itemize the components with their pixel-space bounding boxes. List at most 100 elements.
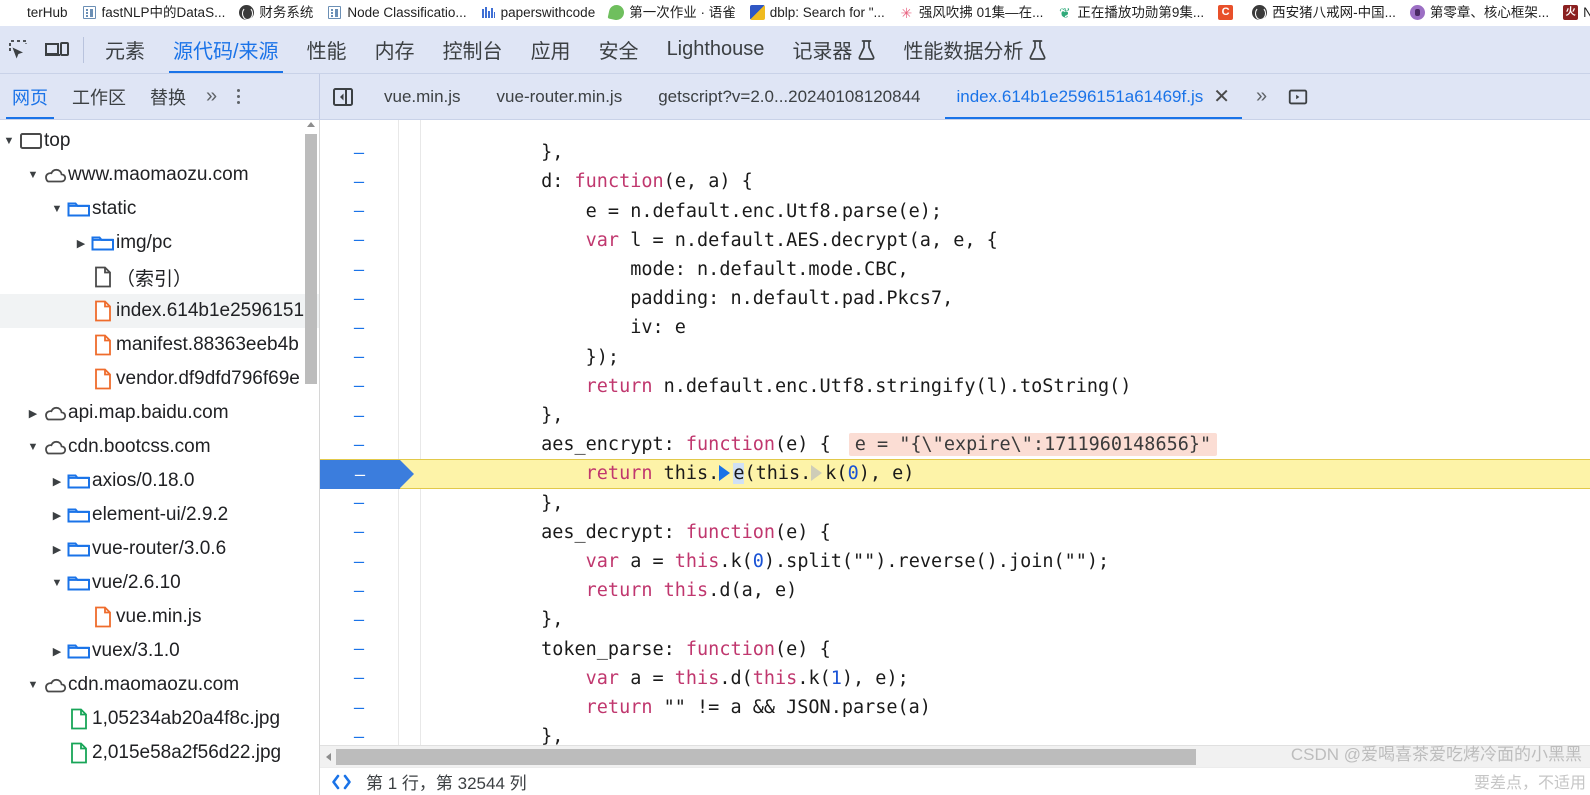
show-drawer-icon[interactable] <box>1275 86 1321 108</box>
navigator-scrollbar[interactable] <box>305 122 317 785</box>
expand-triangle-right-icon[interactable]: ▶ <box>48 543 66 556</box>
step-into-marker-hollow-icon[interactable] <box>811 464 825 482</box>
bookmark-item[interactable]: 西安猪八戒网-中国... <box>1245 2 1403 24</box>
hscroll-track[interactable] <box>336 749 1590 765</box>
bookmark-item[interactable]: 第一次作业 · 语雀 <box>602 2 743 24</box>
expand-triangle-down-icon[interactable]: ▼ <box>24 679 42 691</box>
file-tree-item[interactable]: index.614b1e2596151 <box>0 294 319 328</box>
code-line[interactable]: – }, <box>320 722 1590 745</box>
file-tree-item[interactable]: ▶ vue-router/3.0.6 <box>0 532 319 566</box>
file-tree-item[interactable]: vendor.df9dfd796f69e <box>0 362 319 396</box>
code-line[interactable] <box>320 120 1590 138</box>
file-tree-item[interactable]: 1,05234ab20a4f8c.jpg <box>0 702 319 736</box>
code-line[interactable]: – }, <box>320 605 1590 634</box>
devtools-tab[interactable]: 安全 <box>585 26 653 73</box>
devtools-tab[interactable]: 记录器 <box>778 26 889 73</box>
bookmark-item[interactable]: 财务系统 <box>232 2 320 24</box>
navigator-tab[interactable]: 替换 <box>138 74 198 119</box>
devtools-tab[interactable]: 应用 <box>517 26 585 73</box>
file-tree-item[interactable]: ▼ top <box>0 124 319 158</box>
file-tabs-overflow-icon[interactable]: » <box>1248 74 1275 119</box>
code-line[interactable]: – var a = this.k(0).split("").reverse().… <box>320 547 1590 576</box>
code-line[interactable]: – d: function(e, a) { <box>320 167 1590 196</box>
device-toolbar-icon[interactable] <box>38 30 76 70</box>
navigator-tab[interactable]: 工作区 <box>60 74 138 119</box>
bookmark-item[interactable]: ❦ 正在播放功勋第9集... <box>1050 2 1211 24</box>
file-tree-item[interactable]: ▼ static <box>0 192 319 226</box>
file-tab[interactable]: vue-router.min.js <box>479 74 641 119</box>
devtools-tab[interactable]: 控制台 <box>429 26 517 73</box>
bookmark-item[interactable]: dblp: Search for "... <box>743 2 892 24</box>
navigator-tab[interactable]: 网页 <box>0 74 60 119</box>
code-line[interactable]: – return this.d(a, e) <box>320 576 1590 605</box>
code-line[interactable]: – aes_encrypt: function(e) {e = "{\"expi… <box>320 430 1590 459</box>
code-viewport[interactable]: – }, – d: function(e, a) {– e = n.default… <box>320 120 1590 745</box>
bookmark-item[interactable]: terHub <box>0 2 75 24</box>
file-tree-item[interactable]: ▼ www.maomaozu.com <box>0 158 319 192</box>
file-tree-item[interactable]: ▶ img/pc <box>0 226 319 260</box>
file-tree-item[interactable]: ▼ cdn.maomaozu.com <box>0 668 319 702</box>
scrollbar-thumb[interactable] <box>305 134 317 384</box>
devtools-tab[interactable]: 性能数据分析 <box>889 26 1060 73</box>
file-tree-item[interactable]: 2,015e58a2f56d22.jpg <box>0 736 319 770</box>
file-tree-item[interactable]: ▼ vue/2.6.10 <box>0 566 319 600</box>
expand-triangle-right-icon[interactable]: ▶ <box>72 237 90 250</box>
more-options-icon[interactable] <box>225 74 252 119</box>
file-tree-item[interactable]: vue.min.js <box>0 600 319 634</box>
devtools-tab[interactable]: 元素 <box>91 26 159 73</box>
expand-triangle-down-icon[interactable]: ▼ <box>48 203 66 215</box>
navigator-overflow-icon[interactable]: » <box>198 74 225 119</box>
expand-triangle-right-icon[interactable]: ▶ <box>48 475 66 488</box>
inspect-element-icon[interactable] <box>0 30 38 70</box>
code-line[interactable]: – return n.default.enc.Utf8.stringify(l)… <box>320 372 1590 401</box>
code-line[interactable]: – aes_decrypt: function(e) { <box>320 518 1590 547</box>
code-content[interactable]: – }, – d: function(e, a) {– e = n.default… <box>320 120 1590 745</box>
bookmark-item[interactable]: ✳ 强风吹拂 01集—在... <box>892 2 1051 24</box>
code-line[interactable]: – token_parse: function(e) { <box>320 635 1590 664</box>
hscroll-thumb[interactable] <box>336 749 1196 765</box>
file-tree-item[interactable]: ▶ axios/0.18.0 <box>0 464 319 498</box>
expand-triangle-right-icon[interactable]: ▶ <box>48 509 66 522</box>
devtools-tab[interactable]: 源代码/来源 <box>159 26 293 73</box>
file-tree-item[interactable]: （索引） <box>0 260 319 294</box>
file-tree-item[interactable]: ▼ cdn.bootcss.com <box>0 430 319 464</box>
bookmark-item[interactable]: paperswithcode <box>474 2 603 24</box>
code-line[interactable]: – padding: n.default.pad.Pkcs7, <box>320 284 1590 313</box>
expand-triangle-down-icon[interactable]: ▼ <box>24 441 42 453</box>
code-line[interactable]: – }, <box>320 489 1590 518</box>
bookmark-item[interactable]: 第零章、核心框架... <box>1403 2 1556 24</box>
file-tree-item[interactable]: ▶ vuex/3.1.0 <box>0 634 319 668</box>
expand-triangle-right-icon[interactable]: ▶ <box>48 645 66 658</box>
expand-triangle-down-icon[interactable]: ▼ <box>0 135 18 147</box>
expand-triangle-down-icon[interactable]: ▼ <box>24 169 42 181</box>
devtools-tab[interactable]: 性能 <box>293 26 361 73</box>
scroll-left-arrow-icon[interactable] <box>320 746 336 768</box>
file-tree-item[interactable]: ▶ element-ui/2.9.2 <box>0 498 319 532</box>
code-line[interactable]: – return "" != a && JSON.parse(a) <box>320 693 1590 722</box>
pretty-print-icon[interactable] <box>328 771 356 793</box>
file-tab[interactable]: getscript?v=2.0...20240108120844 <box>640 74 938 119</box>
devtools-tab[interactable]: 内存 <box>361 26 429 73</box>
bookmark-item[interactable]: fastNLP中的DataS... <box>75 2 233 24</box>
step-into-marker-filled-icon[interactable] <box>719 464 733 482</box>
file-tree-item[interactable]: ▶ api.map.baidu.com <box>0 396 319 430</box>
file-tree-item[interactable]: manifest.88363eeb4b <box>0 328 319 362</box>
code-line[interactable]: – }, <box>320 138 1590 167</box>
devtools-tab[interactable]: Lighthouse <box>653 26 779 73</box>
close-icon[interactable]: ✕ <box>1213 87 1230 107</box>
code-line[interactable]: – e = n.default.enc.Utf8.parse(e); <box>320 197 1590 226</box>
code-line[interactable]: – iv: e <box>320 313 1590 342</box>
bookmark-item[interactable]: Node Classificatio... <box>320 2 473 24</box>
expand-triangle-right-icon[interactable]: ▶ <box>24 407 42 420</box>
code-line-current[interactable]: – return this. e(this. k(0), e) <box>320 459 1590 490</box>
scroll-up-arrow-icon[interactable] <box>307 122 315 127</box>
code-line[interactable]: – }, <box>320 401 1590 430</box>
bookmark-item[interactable]: 火 Nginx学习 | 何吹 <box>1556 2 1590 24</box>
horizontal-scrollbar[interactable] <box>320 745 1590 767</box>
code-line[interactable]: – var a = this.d(this.k(1), e); <box>320 664 1590 693</box>
collapse-navigator-icon[interactable] <box>320 74 366 119</box>
bookmark-item[interactable]: C <box>1211 2 1245 24</box>
code-line[interactable]: – var l = n.default.AES.decrypt(a, e, { <box>320 226 1590 255</box>
file-tab[interactable]: index.614b1e2596151a61469f.js ✕ <box>938 74 1248 119</box>
expand-triangle-down-icon[interactable]: ▼ <box>48 577 66 589</box>
